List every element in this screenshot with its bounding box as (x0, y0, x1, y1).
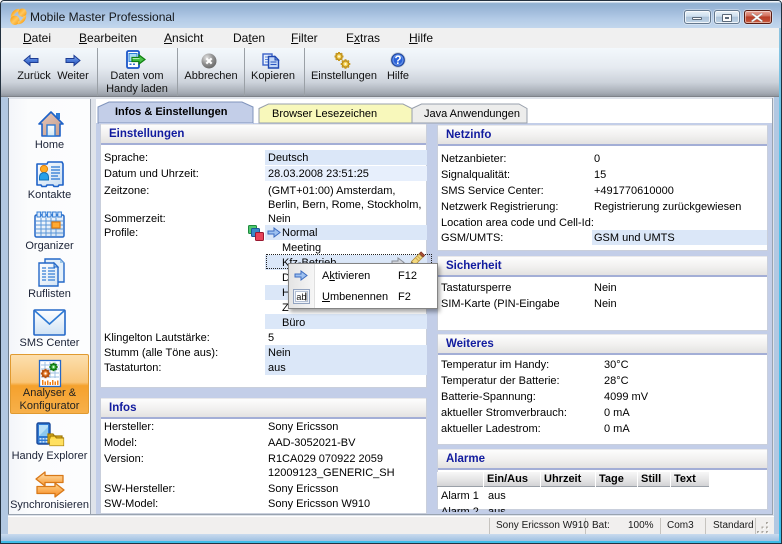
svg-text:ab: ab (296, 292, 306, 302)
svg-text:?: ? (394, 55, 401, 67)
